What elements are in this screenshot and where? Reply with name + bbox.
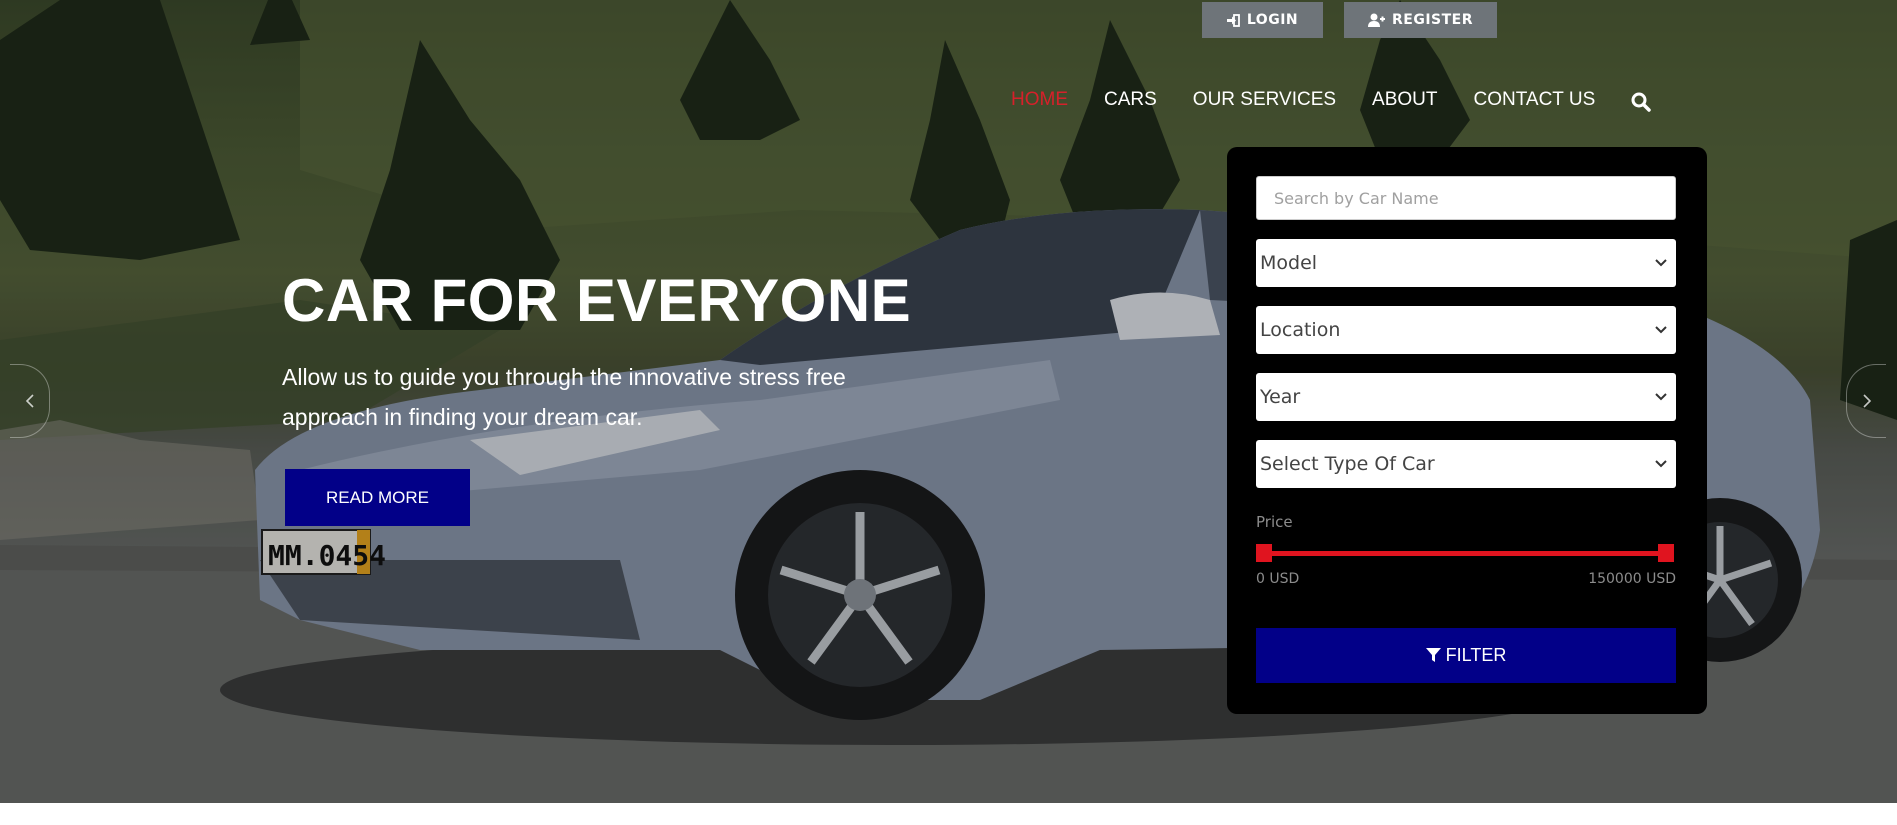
year-select-value: Year xyxy=(1260,386,1301,408)
car-name-search-input[interactable] xyxy=(1256,176,1676,220)
carousel-next-button[interactable] xyxy=(1846,364,1886,438)
price-label: Price xyxy=(1256,513,1293,531)
sign-in-icon xyxy=(1226,13,1240,27)
year-select[interactable]: Year xyxy=(1256,373,1676,421)
car-type-select[interactable]: Select Type Of Car xyxy=(1256,440,1676,488)
location-select-value: Location xyxy=(1260,319,1341,341)
car-type-select-value: Select Type Of Car xyxy=(1260,453,1435,475)
nav-item-home[interactable]: HOME xyxy=(1011,89,1068,111)
model-select-value: Model xyxy=(1260,252,1318,274)
filter-icon xyxy=(1425,648,1441,662)
nav-item-contact-us[interactable]: CONTACT US xyxy=(1474,89,1596,111)
nav-item-cars[interactable]: CARS xyxy=(1104,89,1157,111)
main-nav: HOME CARS OUR SERVICES ABOUT CONTACT US xyxy=(1011,89,1651,113)
nav-item-about[interactable]: ABOUT xyxy=(1372,89,1437,111)
price-min-handle[interactable] xyxy=(1256,544,1272,562)
filter-button-label: FILTER xyxy=(1445,645,1507,665)
register-label: REGISTER xyxy=(1391,12,1474,28)
login-button[interactable]: LOGIN xyxy=(1202,2,1323,38)
car-filter-panel: Model Location Year Select Type Of Car P… xyxy=(1227,147,1707,714)
login-label: LOGIN xyxy=(1246,12,1299,28)
hero-subtext: Allow us to guide you through the innova… xyxy=(282,364,846,430)
read-more-button[interactable]: READ MORE xyxy=(285,469,470,526)
price-max-handle[interactable] xyxy=(1658,544,1674,562)
filter-button[interactable]: FILTER xyxy=(1256,628,1676,683)
chevron-right-icon xyxy=(1862,394,1871,408)
chevron-left-icon xyxy=(25,394,34,408)
location-select[interactable]: Location xyxy=(1256,306,1676,354)
price-max-value: 150000 USD xyxy=(1588,571,1676,587)
user-plus-icon xyxy=(1367,13,1385,27)
price-min-value: 0 USD xyxy=(1256,571,1300,587)
register-button[interactable]: REGISTER xyxy=(1344,2,1497,38)
nav-item-our-services[interactable]: OUR SERVICES xyxy=(1193,89,1336,111)
search-icon[interactable] xyxy=(1631,91,1651,113)
chevron-down-icon xyxy=(1655,326,1667,334)
hero-headline: CAR FOR EVERYONE xyxy=(282,267,912,334)
chevron-down-icon xyxy=(1655,460,1667,468)
chevron-down-icon xyxy=(1655,393,1667,401)
model-select[interactable]: Model xyxy=(1256,239,1676,287)
chevron-down-icon xyxy=(1655,259,1667,267)
price-range-track[interactable] xyxy=(1263,551,1665,556)
hero-banner: MM.0454 LOGIN REGISTER HOME CARS OUR SER… xyxy=(0,0,1897,803)
